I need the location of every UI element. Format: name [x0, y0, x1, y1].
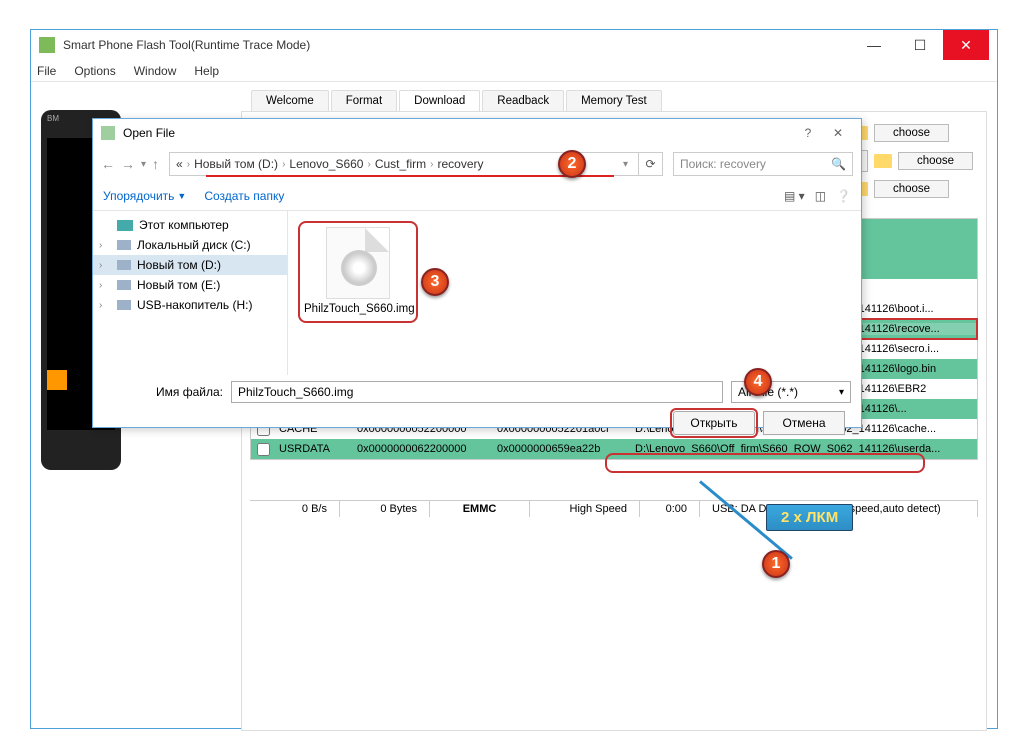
breadcrumb-root[interactable]: « — [176, 157, 183, 171]
folder-tree: Этот компьютер›Локальный диск (C:)›Новый… — [93, 211, 288, 375]
minimize-button[interactable]: — — [851, 30, 897, 60]
tree-item[interactable]: Этот компьютер — [93, 215, 287, 235]
app-title: Smart Phone Flash Tool(Runtime Trace Mod… — [63, 38, 851, 52]
partition-name: USRDATA — [275, 443, 353, 455]
app-icon — [39, 37, 55, 53]
tree-label: Новый том (D:) — [137, 258, 221, 272]
callout-2: 2 — [558, 150, 586, 178]
recovery-location-highlight — [605, 453, 925, 473]
breadcrumb-item[interactable]: recovery — [438, 157, 484, 171]
dialog-icon — [101, 126, 115, 140]
filename-label: Имя файла: — [103, 385, 223, 399]
dialog-help-button[interactable]: ? — [793, 126, 823, 140]
drive-icon — [117, 240, 131, 250]
nav-forward-icon[interactable]: → — [121, 156, 135, 172]
file-area[interactable]: PhilzTouch_S660.img — [288, 211, 861, 375]
breadcrumb-item[interactable]: Новый том (D:) — [194, 157, 278, 171]
callout-4: 4 — [744, 368, 772, 396]
callout-box-lkm: 2 х ЛКМ — [766, 504, 853, 531]
status-bytes: 0 Bytes — [340, 501, 430, 517]
view-icons-icon[interactable]: ▤ ▾ — [784, 189, 805, 203]
tree-item[interactable]: ›Новый том (E:) — [93, 275, 287, 295]
view-preview-icon[interactable]: ◫ — [815, 189, 826, 203]
file-item[interactable]: PhilzTouch_S660.img — [298, 221, 418, 323]
tab-download[interactable]: Download — [399, 90, 480, 111]
nav-history-icon[interactable]: ▾ — [141, 159, 146, 170]
search-input[interactable]: Поиск: recovery 🔍 — [673, 152, 853, 176]
dialog-titlebar: Open File ? ✕ — [93, 119, 861, 147]
status-mode: High Speed — [530, 501, 640, 517]
search-placeholder: Поиск: recovery — [680, 157, 766, 171]
callout-1: 1 — [762, 550, 790, 578]
tabs: Welcome Format Download Readback Memory … — [251, 90, 987, 111]
cancel-button[interactable]: Отмена — [763, 411, 845, 435]
view-help-icon[interactable]: ❔ — [836, 189, 851, 203]
nav-back-icon[interactable]: ← — [101, 156, 115, 172]
drive-icon — [117, 260, 131, 270]
dialog-close-button[interactable]: ✕ — [823, 126, 853, 140]
tab-memorytest[interactable]: Memory Test — [566, 90, 662, 111]
drive-icon — [117, 300, 131, 310]
begin-addr: 0x0000000062200000 — [353, 443, 493, 455]
tree-label: USB-накопитель (H:) — [137, 298, 252, 312]
tab-readback[interactable]: Readback — [482, 90, 564, 111]
open-button[interactable]: Открыть — [673, 411, 755, 435]
callout-3: 3 — [421, 268, 449, 296]
breadcrumb-item[interactable]: Lenovo_S660 — [289, 157, 363, 171]
row-checkbox[interactable] — [251, 443, 275, 456]
titlebar: Smart Phone Flash Tool(Runtime Trace Mod… — [31, 30, 997, 60]
close-button[interactable]: ✕ — [943, 30, 989, 60]
status-storage: EMMC — [430, 501, 530, 517]
phone-brand: BM — [47, 114, 59, 123]
nav-up-icon[interactable]: ↑ — [152, 156, 159, 172]
file-img-icon — [326, 227, 390, 299]
drive-icon — [117, 280, 131, 290]
tree-item[interactable]: ›Новый том (D:) — [93, 255, 287, 275]
menu-options[interactable]: Options — [74, 64, 115, 78]
tab-format[interactable]: Format — [331, 90, 397, 111]
drive-icon — [117, 220, 133, 231]
status-time: 0:00 — [640, 501, 700, 517]
file-name-label: PhilzTouch_S660.img — [304, 303, 412, 317]
status-bar: 0 B/s 0 Bytes EMMC High Speed 0:00 USB: … — [250, 500, 978, 517]
folder-icon — [874, 154, 892, 168]
organize-button[interactable]: Упорядочить — [103, 189, 174, 203]
choose-button-2[interactable]: choose — [898, 152, 973, 170]
breadcrumb-item[interactable]: Cust_firm — [375, 157, 426, 171]
tree-label: Этот компьютер — [139, 218, 229, 232]
menu-file[interactable]: File — [37, 64, 56, 78]
menu-window[interactable]: Window — [134, 64, 177, 78]
tree-item[interactable]: ›Локальный диск (C:) — [93, 235, 287, 255]
tab-welcome[interactable]: Welcome — [251, 90, 329, 111]
choose-button-3[interactable]: choose — [874, 180, 949, 198]
menubar: File Options Window Help — [31, 60, 997, 82]
tree-label: Локальный диск (C:) — [137, 238, 251, 252]
maximize-button[interactable]: ☐ — [897, 30, 943, 60]
menu-help[interactable]: Help — [194, 64, 219, 78]
status-speed: 0 B/s — [250, 501, 340, 517]
new-folder-button[interactable]: Создать папку — [204, 189, 284, 203]
refresh-icon[interactable]: ⟳ — [639, 152, 663, 176]
tree-item[interactable]: ›USB-накопитель (H:) — [93, 295, 287, 315]
choose-button-1[interactable]: choose — [874, 124, 949, 142]
filename-input[interactable] — [231, 381, 723, 403]
dialog-title: Open File — [123, 126, 175, 140]
tree-label: Новый том (E:) — [137, 278, 220, 292]
search-icon: 🔍 — [831, 157, 846, 171]
